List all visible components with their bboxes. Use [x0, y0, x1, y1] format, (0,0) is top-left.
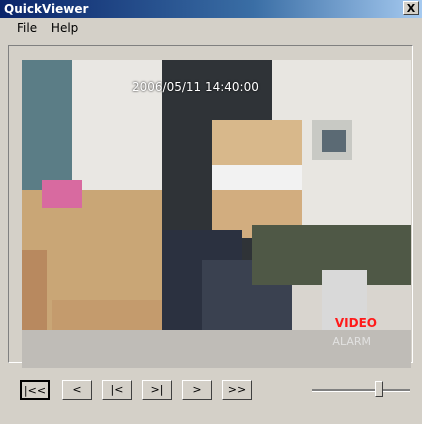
close-button[interactable]: X: [403, 1, 419, 15]
slider-track: [312, 389, 410, 392]
video-timestamp: 2006/05/11 14:40:00: [132, 80, 259, 94]
previous-button[interactable]: <: [62, 380, 92, 400]
menu-bar: File Help: [0, 18, 422, 38]
first-frame-button[interactable]: |<<: [20, 380, 50, 400]
menu-help[interactable]: Help: [46, 18, 83, 38]
menu-file[interactable]: File: [12, 18, 42, 38]
window-title: QuickViewer: [4, 2, 89, 16]
fast-forward-button[interactable]: >>: [222, 380, 252, 400]
slider-thumb[interactable]: [375, 381, 383, 397]
video-display[interactable]: 2006/05/11 14:40:00 VIDEO ALARM: [22, 60, 411, 368]
step-forward-button[interactable]: >|: [142, 380, 172, 400]
video-overlay-sublabel: ALARM: [332, 335, 371, 348]
video-overlay-label: VIDEO: [334, 316, 377, 330]
title-bar[interactable]: QuickViewer X: [0, 0, 422, 18]
play-button[interactable]: >: [182, 380, 212, 400]
step-back-button[interactable]: |<: [102, 380, 132, 400]
volume-slider[interactable]: [312, 381, 410, 397]
quickviewer-window: QuickViewer X File Help 2006/05/11 14:40…: [0, 0, 422, 424]
